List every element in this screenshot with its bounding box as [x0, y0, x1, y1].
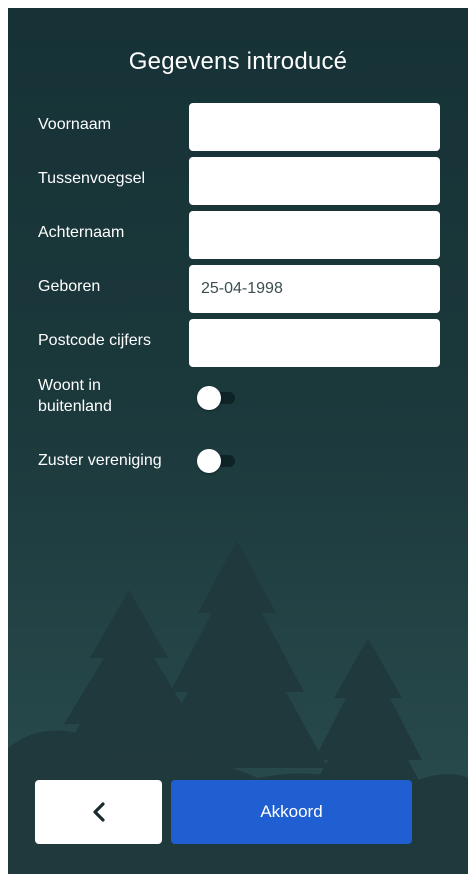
- zuster-vereniging-label: Zuster vereniging: [38, 452, 162, 469]
- postcode-label: Postcode cijfers: [38, 332, 151, 349]
- woont-in-buitenland-label-line2: buitenland: [38, 398, 112, 415]
- chevron-left-icon: [92, 802, 105, 822]
- voornaam-input[interactable]: [189, 103, 440, 151]
- woont-in-buitenland-label: Woont in buitenland: [38, 376, 112, 417]
- achternaam-label: Achternaam: [38, 224, 125, 241]
- woont-in-buitenland-toggle[interactable]: [197, 386, 237, 410]
- tussenvoegsel-input[interactable]: [189, 157, 440, 205]
- app-screen: Gegevens introducé Voornaam Tussenvoegse…: [8, 8, 468, 874]
- voornaam-label: Voornaam: [38, 116, 111, 133]
- page-title: Gegevens introducé: [128, 48, 348, 75]
- toggle-thumb: [197, 449, 221, 473]
- tussenvoegsel-label: Tussenvoegsel: [38, 170, 146, 187]
- woont-in-buitenland-label-line1: Woont in: [38, 377, 101, 394]
- akkoord-button[interactable]: Akkoord: [171, 780, 412, 844]
- geboren-date-input[interactable]: [189, 265, 440, 313]
- postcode-input[interactable]: [189, 319, 440, 367]
- achternaam-input[interactable]: [189, 211, 440, 259]
- zuster-vereniging-toggle[interactable]: [197, 449, 237, 473]
- back-button[interactable]: [35, 780, 162, 844]
- geboren-label: Geboren: [38, 278, 101, 295]
- toggle-thumb: [197, 386, 221, 410]
